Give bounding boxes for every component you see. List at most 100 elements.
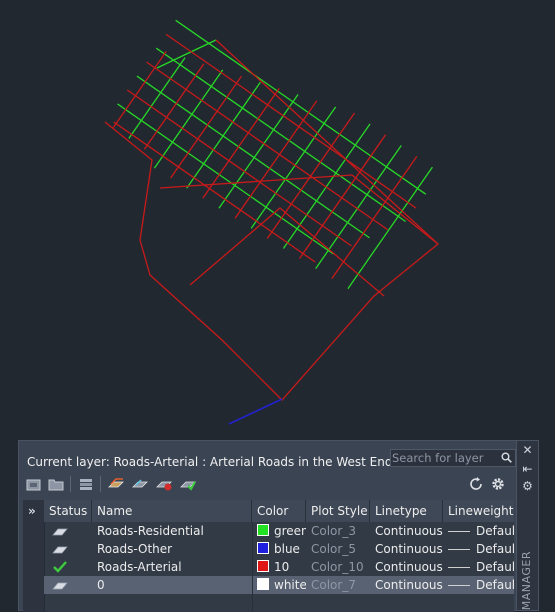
layer-linetype-text: Continuous [375, 560, 443, 574]
road-residential-spur [156, 39, 217, 69]
layer-plot-style[interactable]: Color_5 [306, 540, 370, 558]
layer-row[interactable]: 0 white Color_7 Continuous Default [44, 576, 514, 594]
drawing-canvas[interactable] [0, 0, 555, 436]
layer-color[interactable]: white [252, 576, 306, 594]
layer-lineweight[interactable]: Default [443, 540, 514, 558]
layer-row[interactable]: Roads-Arterial 10 Color_10 Continuous Defaul… [44, 558, 514, 576]
toolbar-separator [70, 476, 71, 492]
road-street-line [155, 47, 406, 223]
road-other-segment [228, 398, 283, 425]
column-header-name[interactable]: Name [92, 500, 252, 522]
layer-linetype[interactable]: Continuous [370, 576, 443, 594]
layer-lineweight[interactable]: Default [443, 576, 514, 594]
layer-states-manager-icon[interactable] [78, 476, 94, 492]
road-avenue-line [202, 88, 280, 199]
layer-plot-style-text: Color_7 [311, 578, 356, 592]
road-street-line [113, 121, 316, 263]
search-layer-input[interactable]: Search for layer [390, 449, 516, 467]
column-header-plot-style[interactable]: Plot Style [306, 500, 370, 522]
layer-color-text: blue [274, 542, 300, 556]
layer-list-header: Status Name Color Plot Style Linetype Li… [44, 500, 514, 522]
layer-linetype-text: Continuous [375, 578, 443, 592]
column-divider [252, 522, 253, 612]
layer-color[interactable]: 10 [252, 558, 306, 576]
new-property-filter-icon[interactable] [26, 476, 42, 492]
settings-gear-icon[interactable] [490, 476, 506, 492]
layer-manager-palette: Current layer: Roads-Arterial : Arterial… [18, 440, 539, 612]
lineweight-sample [448, 549, 470, 550]
set-current-icon[interactable] [180, 476, 196, 492]
road-avenue-line [112, 51, 167, 129]
layer-status-icon [52, 546, 68, 554]
layer-plot-style-text: Color_3 [311, 524, 356, 538]
layer-status-icon [52, 528, 68, 536]
road-avenue-line [218, 94, 299, 209]
lineweight-sample [448, 585, 470, 586]
new-layer-icon[interactable] [108, 476, 124, 492]
layer-name[interactable]: 0 [92, 576, 252, 594]
layer-name[interactable]: Roads-Residential [92, 522, 252, 540]
filter-tree-expander[interactable]: » [23, 500, 45, 612]
lineweight-sample [448, 531, 470, 532]
layer-linetype[interactable]: Continuous [370, 558, 443, 576]
search-icon[interactable] [501, 452, 512, 463]
layer-plot-style[interactable]: Color_3 [306, 522, 370, 540]
layer-plot-style[interactable]: Color_10 [306, 558, 370, 576]
layer-lineweight[interactable]: Default [443, 558, 514, 576]
layer-lineweight-text: Default [476, 560, 514, 574]
new-layer-vp-frozen-icon[interactable] [132, 476, 148, 492]
layer-lineweight-text: Default [476, 578, 514, 592]
color-swatch [257, 542, 269, 554]
lineweight-sample [448, 567, 470, 568]
palette-title: MANAGER [520, 550, 533, 610]
delete-layer-icon[interactable] [156, 476, 172, 492]
refresh-icon[interactable] [468, 476, 484, 492]
layer-lineweight-text: Default [476, 542, 514, 556]
palette-side-strip: ✕ ⇤ ⚙ MANAGER [516, 441, 538, 610]
layer-name-text: 0 [97, 578, 105, 592]
layer-row[interactable]: Roads-Residential green Color_3 Continuous D… [44, 522, 514, 540]
road-arterial-perimeter [104, 39, 439, 401]
layer-name[interactable]: Roads-Arterial [92, 558, 252, 576]
road-avenue-line [315, 145, 402, 269]
expand-icon[interactable]: » [28, 504, 36, 518]
layer-color-text: white [274, 578, 306, 592]
layer-linetype-text: Continuous [375, 542, 443, 556]
layer-color[interactable]: green [252, 522, 306, 540]
layer-linetype[interactable]: Continuous [370, 540, 443, 558]
layer-name[interactable]: Roads-Other [92, 540, 252, 558]
layer-plot-style-text: Color_10 [311, 560, 364, 574]
column-header-color[interactable]: Color [252, 500, 306, 522]
toolbar-separator [100, 476, 101, 492]
column-header-linetype[interactable]: Linetype [370, 500, 443, 522]
color-swatch [257, 578, 269, 590]
roads-residential-lines [117, 19, 433, 290]
layer-plot-style[interactable]: Color_7 [306, 576, 370, 594]
auto-hide-icon[interactable]: ⇤ [521, 463, 534, 476]
properties-gear-icon[interactable]: ⚙ [521, 480, 534, 493]
layer-color[interactable]: blue [252, 540, 306, 558]
road-street-line [175, 19, 427, 195]
layer-color-text: 10 [274, 560, 290, 574]
new-group-filter-icon[interactable] [48, 476, 64, 492]
layer-plot-style-text: Color_5 [311, 542, 356, 556]
layer-lineweight[interactable]: Default [443, 522, 514, 540]
column-header-status[interactable]: Status [44, 500, 92, 522]
layer-linetype[interactable]: Continuous [370, 522, 443, 540]
color-swatch [257, 560, 269, 572]
road-street-line [136, 75, 370, 239]
layer-status-icon [52, 582, 68, 590]
layer-row[interactable]: Roads-Other blue Color_5 Continuous Default [44, 540, 514, 558]
close-icon[interactable]: ✕ [521, 444, 534, 457]
layer-name-text: Roads-Residential [97, 524, 204, 538]
column-header-lineweight[interactable]: Lineweight [443, 500, 514, 522]
current-layer-check-icon [53, 561, 67, 573]
roads-other-lines [228, 398, 283, 425]
layer-color-text: green [274, 524, 306, 538]
road-avenue-line [250, 106, 337, 229]
road-street-line [165, 33, 417, 209]
layer-name-text: Roads-Other [97, 542, 173, 556]
color-swatch [257, 524, 269, 536]
layer-list-grid: » Status Name Color Plot Style Linetype … [23, 500, 514, 612]
current-layer-label: Current layer: Roads-Arterial : Arterial… [27, 455, 393, 469]
